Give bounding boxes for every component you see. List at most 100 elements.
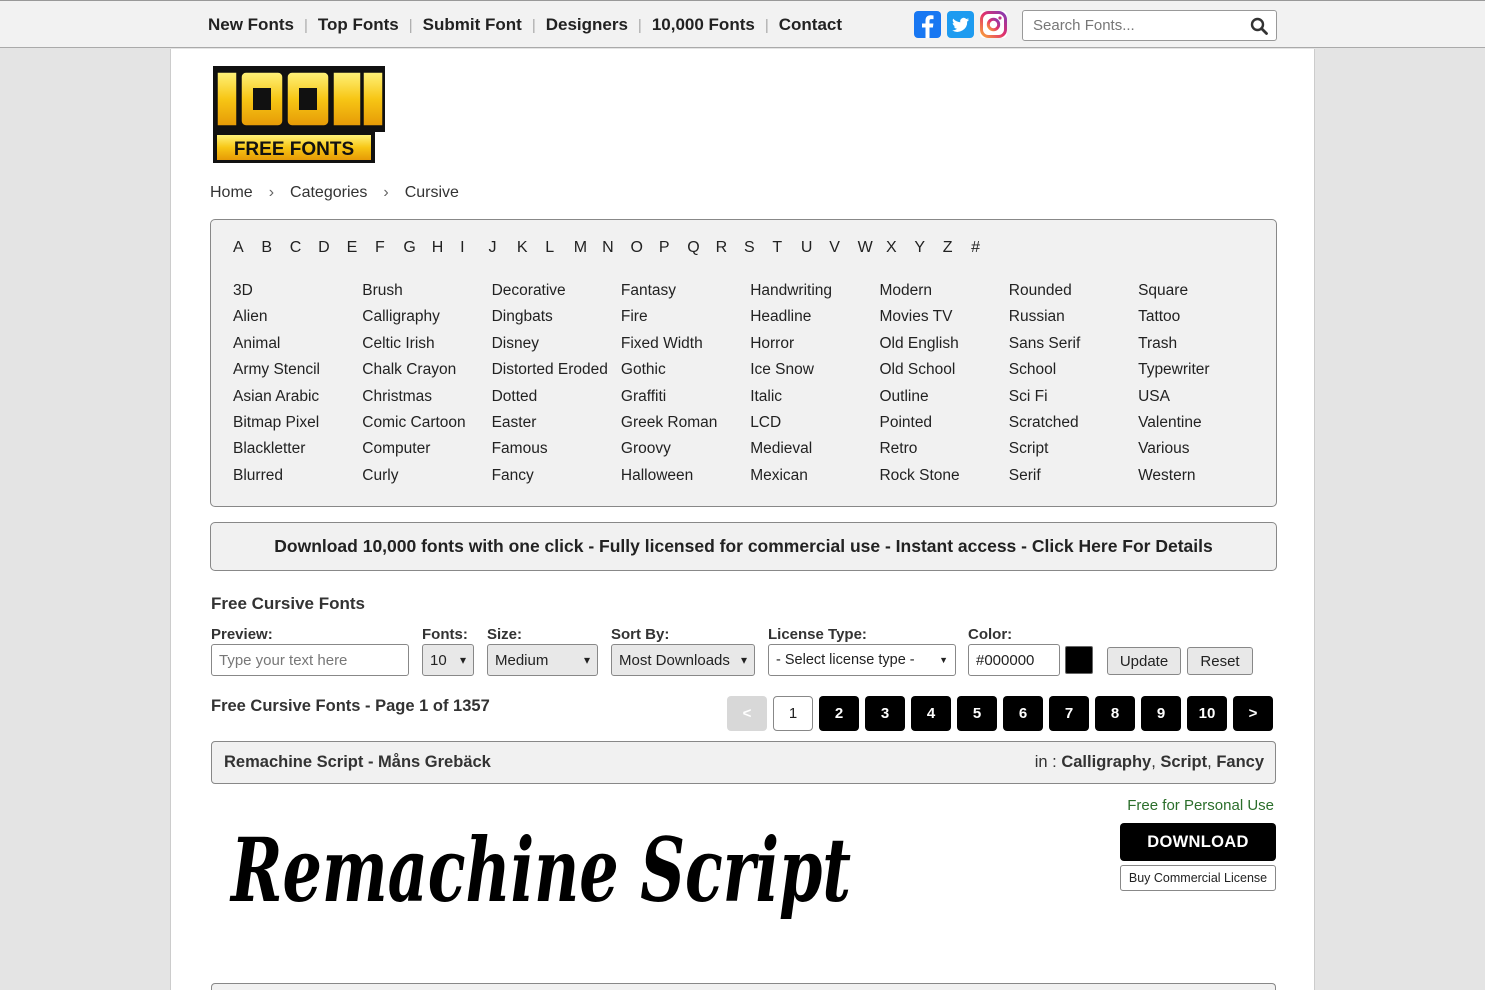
page-button[interactable]: 4: [911, 696, 951, 731]
category-link[interactable]: Calligraphy: [362, 307, 491, 333]
sort-select[interactable]: Most Downloads ▾: [611, 644, 755, 676]
breadcrumb-current[interactable]: Cursive: [405, 184, 459, 202]
category-link[interactable]: Asian Arabic: [233, 387, 362, 413]
letter-link[interactable]: U: [801, 239, 829, 257]
page-button[interactable]: 10: [1187, 696, 1227, 731]
letter-link[interactable]: V: [829, 239, 857, 257]
letter-link[interactable]: Z: [943, 239, 971, 257]
category-link[interactable]: Handwriting: [750, 281, 879, 307]
category-link[interactable]: Headline: [750, 307, 879, 333]
next-page-button[interactable]: >: [1233, 696, 1273, 731]
letter-link[interactable]: X: [886, 239, 914, 257]
category-link[interactable]: Pointed: [879, 413, 1008, 439]
category-link[interactable]: Scratched: [1009, 413, 1138, 439]
letter-link[interactable]: H: [432, 239, 460, 257]
fonts-per-page-select[interactable]: 10 ▾: [422, 644, 474, 676]
nav-new-fonts[interactable]: New Fonts: [208, 15, 294, 35]
category-link[interactable]: Distorted Eroded: [492, 360, 621, 386]
page-button[interactable]: 7: [1049, 696, 1089, 731]
category-link[interactable]: Famous: [492, 439, 621, 465]
letter-link[interactable]: N: [602, 239, 630, 257]
site-logo[interactable]: FREE FONTS: [211, 64, 388, 164]
letter-link[interactable]: F: [375, 239, 403, 257]
category-link[interactable]: Mexican: [750, 466, 879, 492]
letter-link[interactable]: C: [290, 239, 318, 257]
category-link[interactable]: USA: [1138, 387, 1267, 413]
breadcrumb-home[interactable]: Home: [210, 184, 253, 202]
category-link[interactable]: Graffiti: [621, 387, 750, 413]
category-link[interactable]: Disney: [492, 334, 621, 360]
category-link[interactable]: Celtic Irish: [362, 334, 491, 360]
category-link[interactable]: Modern: [879, 281, 1008, 307]
color-input[interactable]: [976, 651, 1052, 669]
letter-link[interactable]: O: [630, 239, 658, 257]
letter-link[interactable]: R: [716, 239, 744, 257]
category-link[interactable]: Army Stencil: [233, 360, 362, 386]
category-link[interactable]: Various: [1138, 439, 1267, 465]
category-link[interactable]: Fancy: [492, 466, 621, 492]
category-link[interactable]: Computer: [362, 439, 491, 465]
category-link[interactable]: Movies TV: [879, 307, 1008, 333]
category-link[interactable]: Retro: [879, 439, 1008, 465]
promo-banner[interactable]: Download 10,000 fonts with one click - F…: [210, 522, 1277, 571]
font-preview-image[interactable]: Remachine Script: [211, 801, 871, 931]
category-link[interactable]: Blurred: [233, 466, 362, 492]
page-button[interactable]: 3: [865, 696, 905, 731]
license-select[interactable]: - Select license type - ▼: [768, 644, 956, 676]
size-select[interactable]: Medium ▾: [487, 644, 598, 676]
category-link[interactable]: Greek Roman: [621, 413, 750, 439]
category-link[interactable]: Decorative: [492, 281, 621, 307]
letter-link[interactable]: #: [971, 239, 999, 257]
category-link[interactable]: Brush: [362, 281, 491, 307]
category-link[interactable]: Dotted: [492, 387, 621, 413]
update-button[interactable]: Update: [1107, 647, 1181, 675]
letter-link[interactable]: J: [489, 239, 517, 257]
category-link[interactable]: Blackletter: [233, 439, 362, 465]
download-button[interactable]: DOWNLOAD: [1120, 823, 1276, 861]
category-link[interactable]: 3D: [233, 281, 362, 307]
font-category-link[interactable]: Fancy: [1216, 753, 1264, 771]
category-link[interactable]: LCD: [750, 413, 879, 439]
buy-commercial-license-button[interactable]: Buy Commercial License: [1120, 865, 1276, 891]
letter-link[interactable]: Q: [687, 239, 715, 257]
category-link[interactable]: Rock Stone: [879, 466, 1008, 492]
category-link[interactable]: Halloween: [621, 466, 750, 492]
letter-link[interactable]: E: [347, 239, 375, 257]
letter-link[interactable]: B: [261, 239, 289, 257]
font-category-link[interactable]: Calligraphy: [1061, 753, 1151, 771]
category-link[interactable]: Valentine: [1138, 413, 1267, 439]
letter-link[interactable]: A: [233, 239, 261, 257]
facebook-icon[interactable]: [914, 11, 941, 38]
category-link[interactable]: Old English: [879, 334, 1008, 360]
page-button[interactable]: 6: [1003, 696, 1043, 731]
category-link[interactable]: Comic Cartoon: [362, 413, 491, 439]
category-link[interactable]: Ice Snow: [750, 360, 879, 386]
category-link[interactable]: Serif: [1009, 466, 1138, 492]
twitter-icon[interactable]: [947, 11, 974, 38]
reset-button[interactable]: Reset: [1187, 647, 1253, 675]
category-link[interactable]: Old School: [879, 360, 1008, 386]
letter-link[interactable]: L: [545, 239, 573, 257]
category-link[interactable]: Outline: [879, 387, 1008, 413]
letter-link[interactable]: P: [659, 239, 687, 257]
category-link[interactable]: Fantasy: [621, 281, 750, 307]
preview-input[interactable]: [219, 651, 401, 669]
breadcrumb-categories[interactable]: Categories: [290, 184, 367, 202]
category-link[interactable]: Italic: [750, 387, 879, 413]
color-swatch[interactable]: [1065, 646, 1093, 674]
page-button[interactable]: 5: [957, 696, 997, 731]
category-link[interactable]: Horror: [750, 334, 879, 360]
category-link[interactable]: Sci Fi: [1009, 387, 1138, 413]
nav-submit-font[interactable]: Submit Font: [423, 15, 522, 35]
letter-link[interactable]: I: [460, 239, 488, 257]
category-link[interactable]: Curly: [362, 466, 491, 492]
font-category-link[interactable]: Script: [1160, 753, 1207, 771]
category-link[interactable]: Trash: [1138, 334, 1267, 360]
prev-page-button[interactable]: <: [727, 696, 767, 731]
category-link[interactable]: Western: [1138, 466, 1267, 492]
category-link[interactable]: Animal: [233, 334, 362, 360]
category-link[interactable]: Fixed Width: [621, 334, 750, 360]
nav-contact[interactable]: Contact: [779, 15, 842, 35]
instagram-icon[interactable]: [980, 11, 1007, 38]
letter-link[interactable]: M: [574, 239, 602, 257]
